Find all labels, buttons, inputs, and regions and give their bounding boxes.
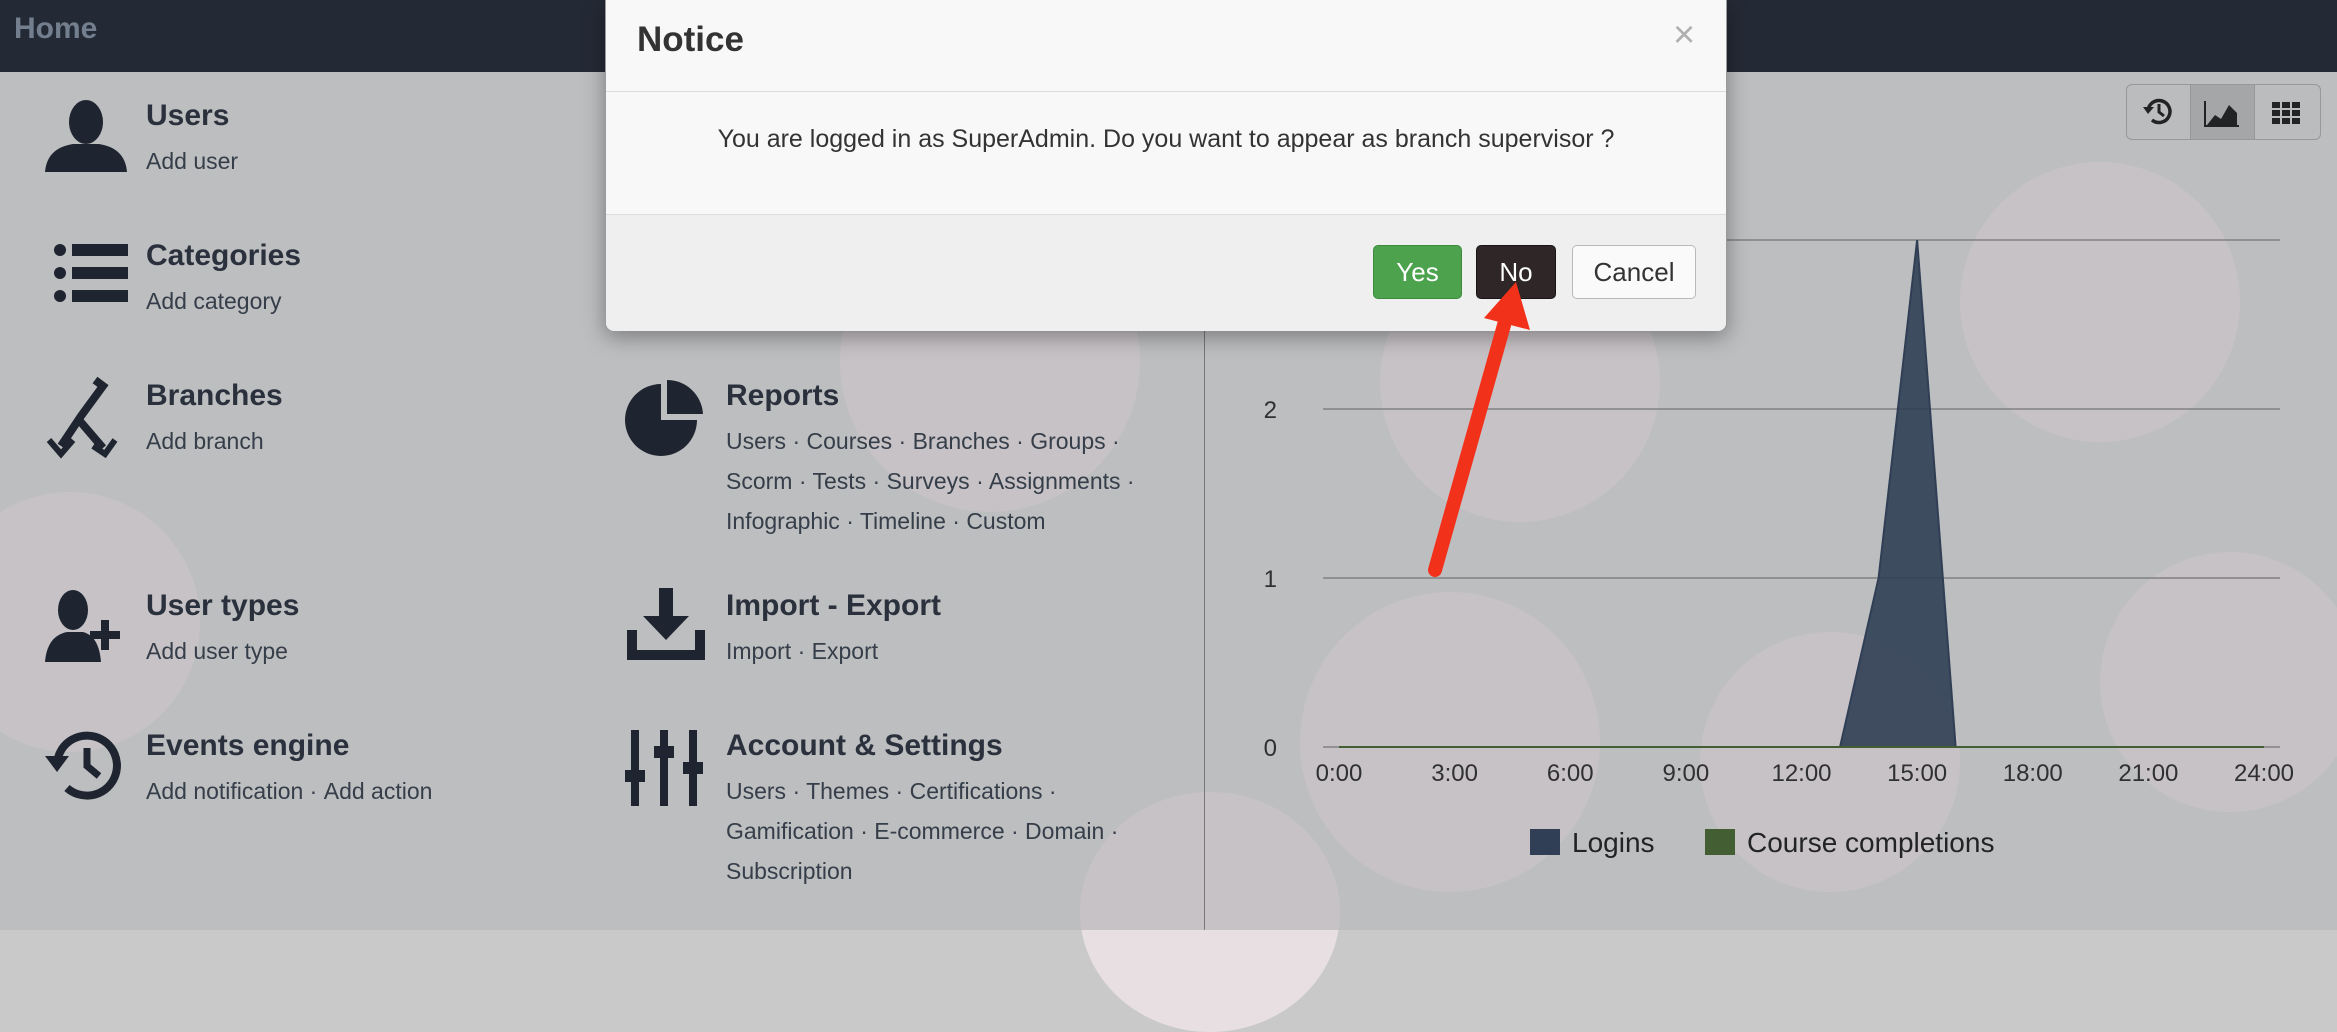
cancel-button[interactable]: Cancel <box>1572 245 1696 299</box>
dialog-message: You are logged in as SuperAdmin. Do you … <box>717 125 1615 153</box>
dialog-body: You are logged in as SuperAdmin. Do you … <box>606 92 1726 214</box>
dialog-footer: Yes No Cancel <box>606 214 1726 331</box>
dialog-title: Notice <box>637 20 744 59</box>
dialog-header: Notice × <box>606 0 1726 92</box>
yes-button[interactable]: Yes <box>1373 245 1462 299</box>
close-icon[interactable]: × <box>1673 14 1695 57</box>
no-button[interactable]: No <box>1476 245 1556 299</box>
notice-dialog: Notice × You are logged in as SuperAdmin… <box>605 0 1727 331</box>
